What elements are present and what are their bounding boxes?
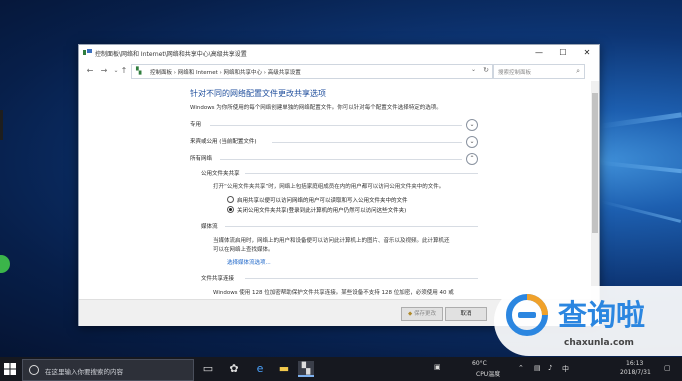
- clock-time[interactable]: 16:13: [626, 360, 643, 367]
- public-folder-text: 打开“公用文件夹共享”时，网络上包括家庭组成员在内的用户都可以访问公用文件夹中的…: [213, 184, 445, 190]
- file-explorer-icon[interactable]: ▬: [276, 361, 292, 377]
- chevron-down-icon[interactable]: ⌄: [471, 66, 476, 73]
- taskbar-search-input[interactable]: 在这里输入你要搜索的内容: [22, 359, 194, 381]
- media-text-line1: 当媒体流启用时，网络上的用户和设备便可以访问此计算机上的图片、音乐以及视频。此计…: [213, 238, 450, 244]
- section-divider: [210, 125, 462, 126]
- refresh-icon[interactable]: ↻: [483, 66, 489, 74]
- notification-icon[interactable]: ▢: [664, 364, 671, 372]
- tray-expand-icon[interactable]: ⌃: [518, 364, 524, 372]
- control-panel-taskbar-icon[interactable]: ▚: [298, 361, 314, 377]
- section-label: 专用: [190, 122, 202, 128]
- back-button[interactable]: ←: [85, 65, 95, 76]
- clock-date[interactable]: 2018/7/31: [620, 369, 651, 376]
- media-text-line2: 可以在网络上查找媒体。: [213, 247, 274, 253]
- settings-content: 针对不同的网络配置文件更改共享选项 Windows 为你所使用的每个网络创建单独…: [79, 81, 599, 299]
- cpu-temp-value: 60°C: [472, 360, 487, 367]
- save-changes-label: 保存更改: [413, 311, 436, 317]
- title-bar: 控制面板\网络和 Internet\网络和共享中心\高级共享设置 — ☐ ✕: [79, 45, 599, 61]
- forward-button[interactable]: →: [99, 65, 109, 76]
- breadcrumb-separator: ›: [263, 70, 266, 76]
- subsection-file-sharing: 文件共享连接: [201, 274, 478, 284]
- breadcrumb-item[interactable]: 控制面板: [150, 70, 172, 76]
- search-input[interactable]: 搜索控制面板 ⌕: [493, 64, 585, 79]
- radio-label: 启用共享以便可以访问网络的用户可以读取和写入公用文件夹中的文件: [237, 198, 408, 204]
- address-row: ← → ⌄ ↑ ▚ 控制面板 › 网络和 Internet › 网络和共享中心 …: [79, 63, 599, 79]
- save-changes-button[interactable]: ◆ 保存更改: [401, 307, 443, 321]
- network-icon: [83, 49, 92, 55]
- page-title: 针对不同的网络配置文件更改共享选项: [190, 89, 326, 98]
- watermark-logo: 查询啦 chaxunla.com: [494, 286, 682, 356]
- volume-icon[interactable]: ♪: [548, 364, 552, 372]
- window-title: 控制面板\网络和 Internet\网络和共享中心\高级共享设置: [95, 51, 247, 58]
- up-button[interactable]: ↑: [119, 65, 129, 76]
- maximize-button[interactable]: ☐: [551, 45, 575, 61]
- light-beam: [600, 112, 682, 129]
- vertical-scrollbar[interactable]: [591, 81, 599, 299]
- breadcrumb-item[interactable]: 网络和 Internet: [178, 70, 218, 76]
- subsection-divider: [225, 226, 478, 227]
- section-all-networks[interactable]: 所有网络 ⌃: [190, 153, 478, 165]
- media-streaming-link[interactable]: 选择媒体流选项...: [227, 258, 271, 266]
- minimize-button[interactable]: —: [527, 45, 551, 61]
- desktop-icon[interactable]: [0, 255, 10, 273]
- page-description: Windows 为你所使用的每个网络创建单独的网络配置文件。你可以针对每个配置文…: [190, 105, 442, 111]
- control-panel-icon: ▚: [136, 67, 142, 75]
- breadcrumb: 控制面板 › 网络和 Internet › 网络和共享中心 › 高级共享设置: [150, 68, 301, 76]
- section-label: 来宾或公用 (当前配置文件): [190, 139, 257, 145]
- tray-app-icon[interactable]: ▣: [434, 363, 441, 371]
- light-beam: [600, 160, 682, 174]
- subsection-divider: [245, 173, 478, 174]
- subsection-media-streaming: 媒体流: [201, 222, 478, 232]
- app-pinwheel-icon[interactable]: ✿: [226, 361, 242, 377]
- section-guest-public[interactable]: 来宾或公用 (当前配置文件) ⌄: [190, 136, 478, 148]
- chevron-down-icon[interactable]: ⌄: [466, 136, 478, 148]
- subsection-label: 媒体流: [201, 224, 218, 230]
- section-label: 所有网络: [190, 156, 213, 162]
- network-tray-icon[interactable]: ▤: [534, 364, 541, 372]
- subsection-divider: [245, 278, 478, 279]
- desktop-edge: [0, 110, 3, 140]
- address-bar[interactable]: ▚ 控制面板 › 网络和 Internet › 网络和共享中心 › 高级共享设置…: [131, 64, 493, 79]
- chevron-up-icon[interactable]: ⌃: [466, 153, 478, 165]
- windows-start-icon[interactable]: [4, 363, 16, 375]
- radio-circle[interactable]: [227, 206, 234, 213]
- search-icon: ⌕: [576, 67, 580, 75]
- light-beam: [600, 200, 682, 223]
- subsection-label: 公用文件夹共享: [201, 171, 240, 177]
- subsection-label: 文件共享连接: [201, 276, 235, 282]
- input-method-icon[interactable]: 中: [562, 364, 569, 374]
- breadcrumb-item[interactable]: 高级共享设置: [268, 70, 301, 76]
- watermark-url: chaxunla.com: [564, 338, 634, 348]
- section-divider: [220, 159, 462, 160]
- section-private[interactable]: 专用 ⌄: [190, 119, 478, 131]
- radio-label: 关闭公用文件夹共享(登录到此计算机的用户仍然可以访问这些文件夹): [237, 208, 407, 214]
- breadcrumb-separator: ›: [173, 70, 176, 76]
- watermark-brand: 查询啦: [558, 298, 646, 332]
- task-view-icon[interactable]: ▭: [200, 361, 216, 377]
- radio-enable-public-sharing[interactable]: 启用共享以便可以访问网络的用户可以读取和写入公用文件夹中的文件: [227, 196, 408, 204]
- taskbar: 在这里输入你要搜索的内容 ▭ ✿ e ▬ ▚ ▣ 60°C CPU温度 ⌃ ▤ …: [0, 357, 682, 381]
- close-button[interactable]: ✕: [575, 45, 599, 61]
- subsection-public-folder: 公用文件夹共享: [201, 169, 478, 179]
- edge-browser-icon[interactable]: e: [252, 361, 268, 377]
- breadcrumb-separator: ›: [219, 70, 222, 76]
- radio-disable-public-sharing[interactable]: 关闭公用文件夹共享(登录到此计算机的用户仍然可以访问这些文件夹): [227, 206, 406, 214]
- control-panel-window: 控制面板\网络和 Internet\网络和共享中心\高级共享设置 — ☐ ✕ ←…: [78, 44, 600, 326]
- cortana-icon: [29, 365, 39, 375]
- chevron-down-icon[interactable]: ⌄: [466, 119, 478, 131]
- radio-circle[interactable]: [227, 196, 234, 203]
- taskbar-search-placeholder: 在这里输入你要搜索的内容: [45, 368, 123, 376]
- cpu-temp-label: CPU温度: [476, 371, 501, 378]
- search-placeholder: 搜索控制面板: [498, 70, 532, 76]
- cancel-button[interactable]: 取消: [445, 307, 487, 321]
- section-divider: [272, 142, 462, 143]
- file-sharing-text: Windows 使用 128 位加密帮助保护文件共享连接。某些设备不支持 128…: [213, 290, 454, 296]
- breadcrumb-item[interactable]: 网络和共享中心: [224, 70, 263, 76]
- magnifier-logo-icon: [506, 294, 548, 336]
- scrollbar-thumb[interactable]: [592, 93, 598, 233]
- shield-icon: ◆: [408, 311, 413, 317]
